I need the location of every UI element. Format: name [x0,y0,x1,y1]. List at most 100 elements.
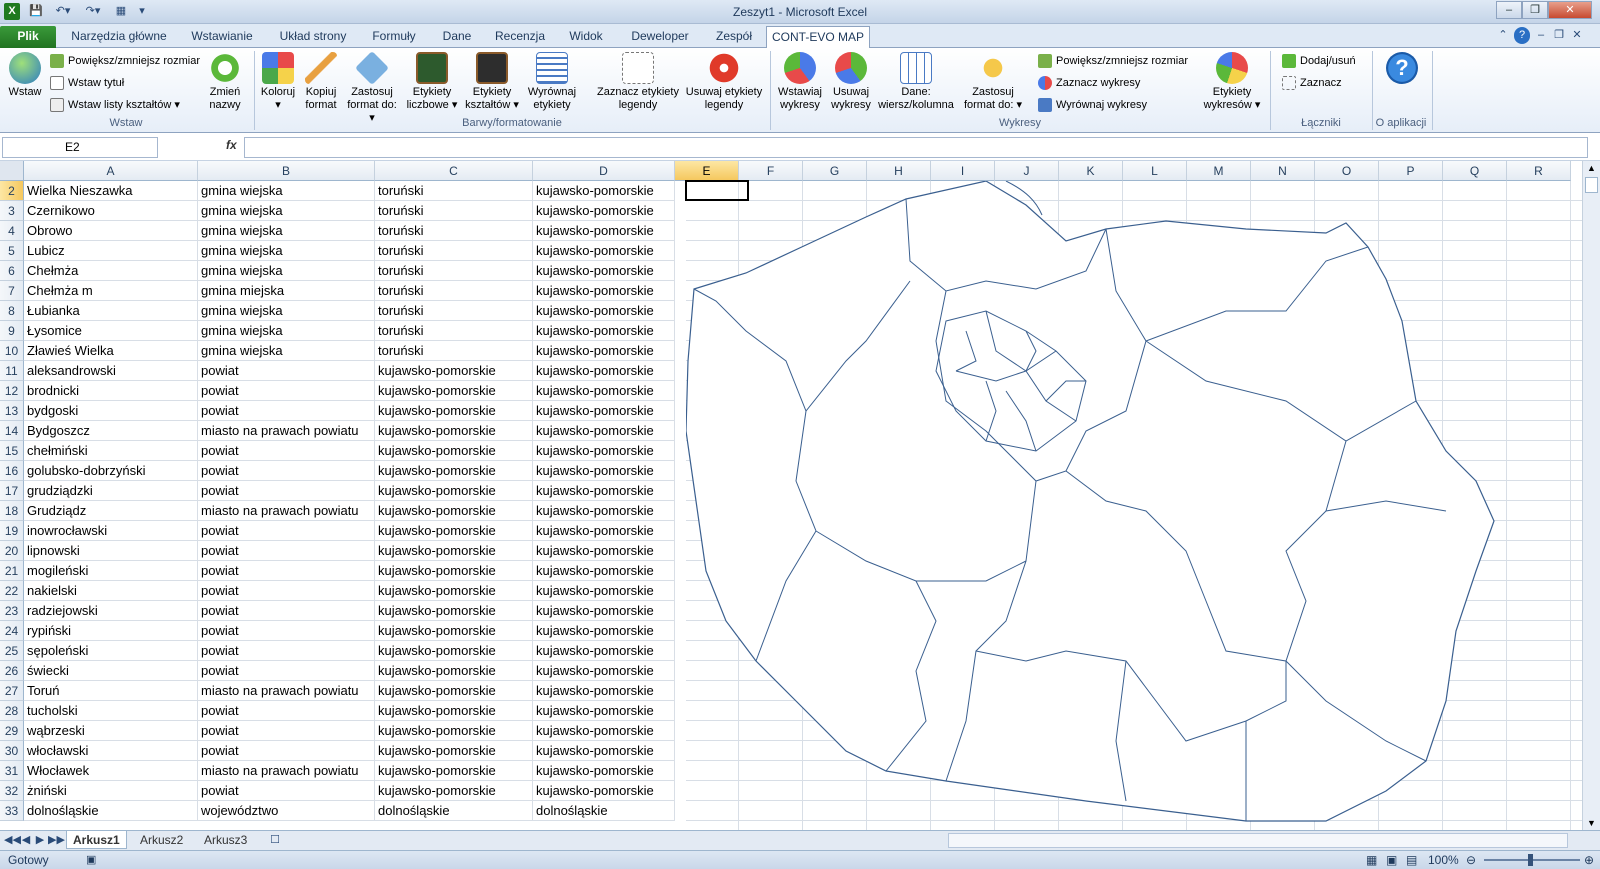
cell-c[interactable]: kujawsko-pomorskie [375,561,533,581]
cell-a[interactable]: lipnowski [24,541,198,561]
cell-b[interactable]: miasto na prawach powiatu [198,681,375,701]
column-header-l[interactable]: L [1123,161,1187,181]
cell-d[interactable]: kujawsko-pomorskie [533,261,675,281]
cell-d[interactable]: dolnośląskie [533,801,675,821]
cell-b[interactable]: miasto na prawach powiatu [198,501,375,521]
cell-d[interactable]: kujawsko-pomorskie [533,201,675,221]
cell-c[interactable]: kujawsko-pomorskie [375,421,533,441]
vertical-scrollbar[interactable]: ▲ ▼ [1582,161,1600,830]
cell-a[interactable]: aleksandrowski [24,361,198,381]
sheet-tab-arkusz3[interactable]: Arkusz3 [198,831,253,849]
spreadsheet-grid[interactable]: ABCDEFGHIJKLMNOPQR 2 Wielka Nieszawka gmin… [0,161,1600,830]
cell-a[interactable]: Zławieś Wielka [24,341,198,361]
column-header-c[interactable]: C [375,161,533,181]
cell-b[interactable]: powiat [198,661,375,681]
row-header[interactable]: 25 [0,641,24,661]
cell-d[interactable]: kujawsko-pomorskie [533,661,675,681]
cell-a[interactable]: grudziądzki [24,481,198,501]
zoom-in-icon[interactable]: ⊕ [1584,851,1594,869]
cell-b[interactable]: powiat [198,601,375,621]
cell-c[interactable]: toruński [375,241,533,261]
cell-b[interactable]: powiat [198,521,375,541]
row-header[interactable]: 4 [0,221,24,241]
tab-view[interactable]: Widok [558,26,614,48]
cell-a[interactable]: dolnośląskie [24,801,198,821]
cell-c[interactable]: kujawsko-pomorskie [375,781,533,801]
row-header[interactable]: 27 [0,681,24,701]
cell-c[interactable]: toruński [375,261,533,281]
column-header-m[interactable]: M [1187,161,1251,181]
zoom-level[interactable]: 100% [1428,851,1459,869]
scroll-thumb[interactable] [1585,177,1598,193]
cell-a[interactable]: radziejowski [24,601,198,621]
cell-d[interactable]: kujawsko-pomorskie [533,301,675,321]
cell-d[interactable]: kujawsko-pomorskie [533,221,675,241]
cell-c[interactable]: toruński [375,181,533,201]
cell-c[interactable]: kujawsko-pomorskie [375,621,533,641]
column-header-a[interactable]: A [24,161,198,181]
cell-a[interactable]: Chełmża [24,261,198,281]
row-header[interactable]: 6 [0,261,24,281]
row-header[interactable]: 15 [0,441,24,461]
minimize-button[interactable]: – [1496,1,1522,19]
cell-a[interactable]: inowrocławski [24,521,198,541]
cell-a[interactable]: Obrowo [24,221,198,241]
cell-d[interactable]: kujawsko-pomorskie [533,581,675,601]
select-all-corner[interactable] [0,161,24,181]
cell-d[interactable]: kujawsko-pomorskie [533,241,675,261]
cell-d[interactable]: kujawsko-pomorskie [533,561,675,581]
sheet-nav-prev-icon[interactable]: ◀ [20,832,32,849]
cell-b[interactable]: powiat [198,721,375,741]
cell-a[interactable]: żniński [24,781,198,801]
row-header[interactable]: 22 [0,581,24,601]
cell-b[interactable]: gmina wiejska [198,341,375,361]
cell-a[interactable]: Wielka Nieszawka [24,181,198,201]
cell-a[interactable]: włocławski [24,741,198,761]
tab-home[interactable]: Narzędzia główne [64,26,174,48]
cell-a[interactable]: Czernikowo [24,201,198,221]
maximize-button[interactable]: ❐ [1522,1,1548,19]
cell-b[interactable]: powiat [198,441,375,461]
cell-c[interactable]: kujawsko-pomorskie [375,741,533,761]
column-header-h[interactable]: H [867,161,931,181]
sheet-tab-arkusz1[interactable]: Arkusz1 [66,831,127,849]
cell-a[interactable]: Łysomice [24,321,198,341]
copy-format-button[interactable]: Kopiuj format [300,52,342,112]
cell-c[interactable]: kujawsko-pomorskie [375,501,533,521]
row-header[interactable]: 9 [0,321,24,341]
resize2-button[interactable]: Powiększ/zmniejsz rozmiar [1038,52,1188,70]
cell-b[interactable]: powiat [198,581,375,601]
number-labels-button[interactable]: Etykiety liczbowe ▾ [406,52,458,112]
row-header[interactable]: 30 [0,741,24,761]
row-header[interactable]: 5 [0,241,24,261]
row-header[interactable]: 32 [0,781,24,801]
cell-a[interactable]: mogileński [24,561,198,581]
tab-formulas[interactable]: Formuły [362,26,426,48]
cell-a[interactable]: nakielski [24,581,198,601]
cell-a[interactable]: sępoleński [24,641,198,661]
cell-c[interactable]: kujawsko-pomorskie [375,761,533,781]
column-header-q[interactable]: Q [1443,161,1507,181]
column-header-i[interactable]: I [931,161,995,181]
cell-c[interactable]: dolnośląskie [375,801,533,821]
apply-format2-button[interactable]: Zastosuj format do: ▾ [962,52,1024,112]
column-header-d[interactable]: D [533,161,675,181]
row-header[interactable]: 28 [0,701,24,721]
cell-d[interactable]: kujawsko-pomorskie [533,641,675,661]
cell-c[interactable]: kujawsko-pomorskie [375,661,533,681]
cell-b[interactable]: powiat [198,361,375,381]
cell-a[interactable]: Chełmża m [24,281,198,301]
column-header-p[interactable]: P [1379,161,1443,181]
cell-d[interactable]: kujawsko-pomorskie [533,741,675,761]
cell-b[interactable]: gmina miejska [198,281,375,301]
cell-c[interactable]: toruński [375,201,533,221]
cell-d[interactable]: kujawsko-pomorskie [533,381,675,401]
tab-insert[interactable]: Wstawianie [182,26,262,48]
cell-c[interactable]: kujawsko-pomorskie [375,701,533,721]
about-button[interactable]: ? [1380,52,1424,86]
column-header-g[interactable]: G [803,161,867,181]
tab-cont-evo-map[interactable]: CONT-EVO MAP [766,26,870,49]
tab-file[interactable]: Plik [0,26,56,48]
row-header[interactable]: 8 [0,301,24,321]
cell-c[interactable]: toruński [375,341,533,361]
